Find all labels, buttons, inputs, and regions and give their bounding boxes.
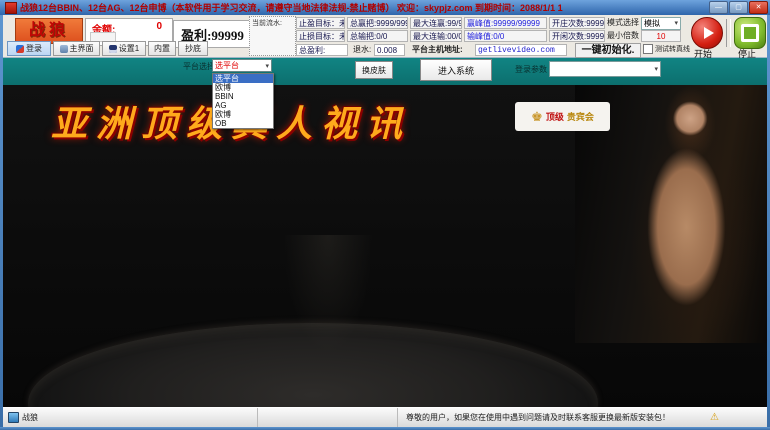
login-params-label: 登录参数 [515, 65, 547, 74]
one-key-init-button[interactable]: 一键初始化. [575, 43, 641, 58]
enter-system-button[interactable]: 进入系统 [420, 59, 492, 81]
crown-icon: ♚ [531, 109, 543, 124]
toolbar-main-label: 主界面 [69, 44, 94, 53]
toolbar-settings-label: 设置1 [118, 44, 140, 53]
window-title: 战狼12台BBIN、12台AG、12台申博（本软件用于学习交流，请遵守当地法律法… [20, 3, 563, 13]
platform-selected-value: 选平台 [215, 61, 239, 70]
mode-select[interactable]: 模拟 ▾ [641, 17, 681, 30]
platform-option[interactable]: 选平台 [213, 74, 273, 83]
divider [726, 19, 731, 47]
loss-peak-field: 输峰值:0/0 [464, 30, 547, 42]
stop-button[interactable] [734, 17, 766, 49]
banker-count-field: 开庄次数:999999 [549, 17, 605, 29]
window-controls: — ▢ ✕ [709, 1, 768, 14]
platform-option[interactable]: AG [213, 101, 273, 110]
platform-options-list: 选平台 欧博 BBIN AG 欧博 OB [212, 73, 274, 129]
status-app-name: 战狼 [22, 413, 38, 422]
total-profit-field: 总盈利: [296, 44, 348, 56]
stop-icon [741, 24, 759, 42]
toolbar-copy-label: 抄底 [185, 44, 201, 53]
max-loss-streak-field: 最大连输:00/00 [410, 30, 462, 42]
app-window: 战狼12台BBIN、12台AG、12台申博（本软件用于学习交流，请遵守当地法律法… [0, 0, 770, 430]
stop-win-target-field: 止盈目标：未设 [296, 17, 345, 29]
vip-logo-suffix: 贵宾会 [566, 112, 594, 122]
main-content: 亚洲顶级真人视讯 ♚ 顶级 贵宾会 [3, 85, 767, 408]
change-skin-button[interactable]: 换皮肤 [355, 61, 393, 79]
platform-dropdown[interactable]: 选平台 ▾ [212, 59, 272, 72]
balance-value: 0 [156, 21, 162, 32]
maximize-button[interactable]: ▢ [729, 1, 748, 14]
vip-logo-prefix: 顶级 [545, 112, 564, 122]
current-flow-group: 当前流水: [249, 16, 296, 56]
toolbar-builtin-label: 内置 [154, 44, 170, 53]
status-empty-cell [258, 408, 398, 427]
player-count-field: 开闲次数:999999 [549, 30, 605, 42]
host-value: getlivevideo.com [475, 44, 567, 56]
login-params-combo[interactable]: ▾ [549, 61, 661, 77]
current-flow-label: 当前流水: [252, 20, 282, 27]
toolbar-main-button[interactable]: 主界面 [53, 41, 100, 56]
test-real-line-label: 测试转真线 [655, 46, 690, 53]
minimize-button[interactable]: — [709, 1, 728, 14]
min-multiplier-label: 最小倍数 [607, 31, 639, 40]
mode-select-label: 模式选择 [607, 18, 639, 27]
platform-option[interactable]: 欧博 [213, 83, 273, 92]
chevron-down-icon: ▾ [654, 66, 658, 73]
stop-label: 停止 [738, 49, 757, 59]
test-real-line-checkbox[interactable] [643, 44, 653, 54]
close-button[interactable]: ✕ [749, 1, 768, 14]
stage-glow [283, 235, 373, 355]
status-app-icon [8, 412, 19, 423]
status-app-cell: 战狼 [3, 408, 258, 427]
chevron-down-icon: ▾ [674, 19, 678, 27]
stop-loss-target-field: 止损目标：未设 [296, 30, 345, 42]
platform-bar: 平台选择 选平台 ▾ 选平台 欧博 BBIN AG 欧博 OB 换皮肤 进入系统… [3, 57, 767, 129]
status-message: 尊敬的用户，如果您在使用中遇到问题请及时联系客服更换最新版安装包！ [406, 413, 670, 422]
rebate-value: 0.008 [374, 44, 405, 56]
toolbar-builtin-button[interactable]: 内置 [148, 41, 176, 56]
play-icon [703, 27, 714, 39]
platform-option[interactable]: OB [213, 119, 273, 128]
toolbar-login-label: 登录 [26, 44, 42, 53]
toolbar-settings-button[interactable]: 设置1 [102, 41, 146, 56]
rebate-label: 退水: [353, 45, 372, 54]
start-button[interactable] [691, 17, 723, 49]
total-loss-field: 总输把:0/0 [347, 30, 408, 42]
platform-option[interactable]: 欧博 [213, 110, 273, 119]
max-win-streak-field: 最大连赢:99/99 [410, 17, 462, 29]
window-frame-left [0, 15, 3, 430]
test-real-line-option: 测试转真线 [643, 44, 690, 54]
titlebar: 战狼12台BBIN、12台AG、12台申博（本软件用于学习交流，请遵守当地法律法… [0, 0, 770, 15]
top-panel: 战狼 余额: 0 盈利:99999 当前流水: 止盈目标：未设 总赢把:9999… [3, 15, 767, 59]
chevron-down-icon: ▾ [265, 62, 269, 70]
host-label: 平台主机地址: [412, 45, 463, 54]
vip-club-logo: ♚ 顶级 贵宾会 [515, 102, 610, 131]
min-multiplier-value: 10 [641, 30, 681, 42]
toolbar-login-button[interactable]: 登录 [7, 41, 51, 56]
floppy-disk-icon [108, 44, 117, 53]
login-icon [16, 44, 24, 53]
mode-value: 模拟 [644, 18, 660, 28]
app-icon [5, 1, 17, 14]
start-label: 开始 [694, 49, 713, 59]
win-peak-field: 赢峰值:99999/99999 [464, 17, 547, 29]
home-icon [59, 44, 68, 53]
platform-option[interactable]: BBIN [213, 92, 273, 101]
status-message-cell: 尊敬的用户，如果您在使用中遇到问题请及时联系客服更换最新版安装包！ ⚠ [398, 408, 767, 427]
warning-icon: ⚠ [710, 412, 719, 423]
toolbar-copy-button[interactable]: 抄底 [178, 41, 208, 56]
platform-select-label: 平台选择 [183, 62, 215, 71]
status-bar: 战狼 尊敬的用户，如果您在使用中遇到问题请及时联系客服更换最新版安装包！ ⚠ [3, 407, 767, 427]
total-win-field: 总赢把:9999/9999 [347, 17, 408, 29]
